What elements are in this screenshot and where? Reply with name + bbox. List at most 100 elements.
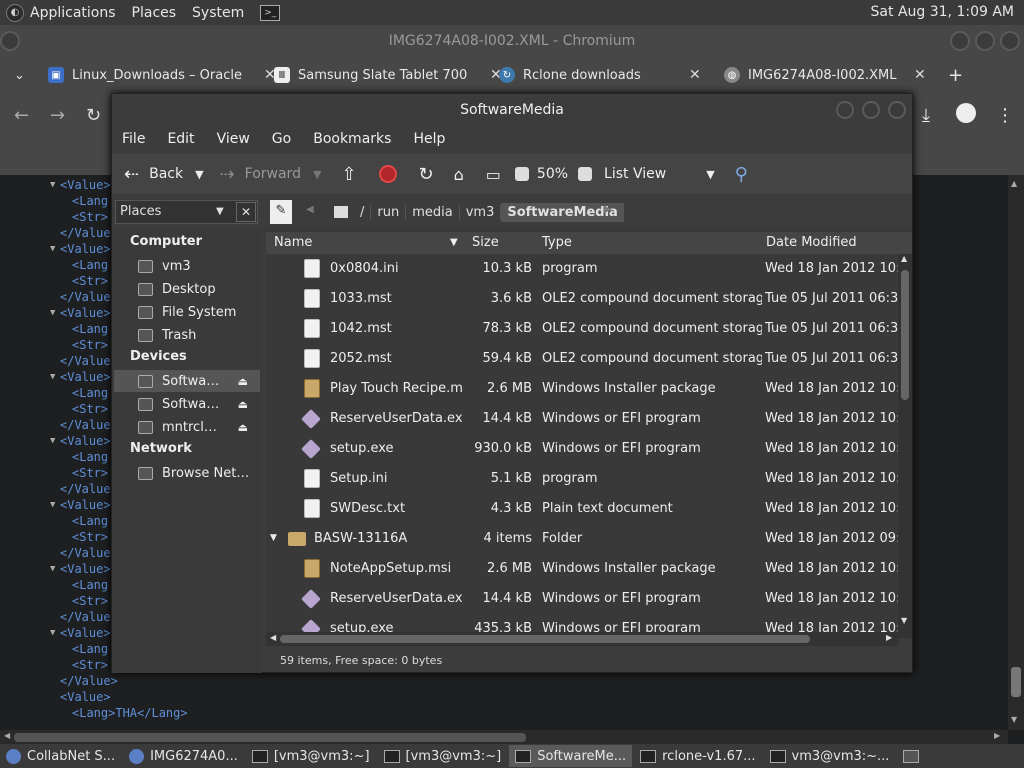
table-row[interactable]: setup.exe 930.0 kB Windows or EFI program W… (266, 434, 898, 464)
taskbar-item[interactable]: IMG6274A0... (123, 745, 244, 767)
sidebar-item[interactable]: Softwa… ⏏ (114, 370, 260, 392)
tab-oracle[interactable]: ▣ Linux_Downloads – Oracle ✕ (48, 57, 276, 93)
sidebar-item[interactable]: File System (114, 301, 260, 323)
path-run[interactable]: run (371, 204, 407, 220)
reload-icon[interactable]: ↻ (419, 164, 434, 185)
collapse-triangle-icon[interactable]: ▼ (50, 433, 55, 449)
taskbar-item[interactable]: [vm3@vm3:~] (378, 745, 508, 767)
menu-help[interactable]: Help (413, 131, 445, 147)
path-scroll-left-icon[interactable]: ◀ (306, 204, 314, 215)
eject-icon[interactable]: ⏏ (238, 375, 248, 388)
taskbar-item[interactable]: [vm3@vm3:~] (246, 745, 376, 767)
collapse-triangle-icon[interactable]: ▼ (50, 177, 55, 193)
table-row[interactable]: 1033.mst 3.6 kB OLE2 compound document sto… (266, 284, 898, 314)
hscroll-thumb[interactable] (14, 733, 526, 742)
new-tab-button[interactable]: + (948, 57, 963, 93)
taskbar-item[interactable]: rclone-v1.67... (634, 745, 761, 767)
menu-applications[interactable]: Applications (30, 5, 116, 21)
collapse-triangle-icon[interactable]: ▼ (50, 241, 55, 257)
tab-samsung[interactable]: Ⅲ Samsung Slate Tablet 700 ✕ (274, 57, 502, 93)
forward-button[interactable]: Forward (245, 166, 301, 182)
scroll-right-icon[interactable]: ▶ (886, 633, 892, 642)
minimize-button[interactable] (950, 31, 970, 51)
expander-triangle-icon[interactable]: ▼ (270, 533, 277, 543)
back-button[interactable]: Back (149, 166, 183, 182)
profile-avatar-icon[interactable] (956, 103, 976, 123)
close-tab-icon[interactable]: ✕ (914, 67, 926, 83)
sidebar-item[interactable]: mntrcl… ⏏ (114, 416, 260, 438)
list-horizontal-scrollbar[interactable]: ◀ ▶ (266, 632, 898, 646)
table-row[interactable]: Setup.ini 5.1 kB program Wed 18 Jan 2012 10… (266, 464, 898, 494)
path-vm3[interactable]: vm3 (460, 204, 502, 220)
search-icon[interactable]: ⚲ (735, 164, 748, 185)
scroll-up-icon[interactable]: ▲ (901, 254, 907, 263)
home-icon[interactable]: ⌂ (454, 165, 464, 184)
eject-icon[interactable]: ⏏ (238, 421, 248, 434)
distro-logo-icon[interactable]: ◐ (6, 3, 24, 22)
show-desktop-button[interactable] (897, 745, 925, 767)
menu-file[interactable]: File (122, 131, 145, 147)
col-name[interactable]: Name (274, 235, 312, 250)
menu-places[interactable]: Places (132, 5, 177, 21)
close-tab-icon[interactable]: ✕ (689, 67, 701, 83)
menu-bookmarks[interactable]: Bookmarks (313, 131, 391, 147)
close-sidebar-icon[interactable]: ✕ (236, 202, 256, 222)
taskbar-item[interactable]: vm3@vm3:~... (764, 745, 896, 767)
table-row[interactable]: 2052.mst 59.4 kB OLE2 compound document st… (266, 344, 898, 374)
collapse-triangle-icon[interactable]: ▼ (50, 561, 55, 577)
eject-icon[interactable]: ⏏ (238, 398, 248, 411)
sidebar-item[interactable]: vm3 (114, 255, 260, 277)
zoom-in-icon[interactable] (578, 167, 593, 181)
table-row[interactable]: 0x0804.ini 10.3 kB program Wed 18 Jan 2012 … (266, 254, 898, 284)
back-arrow-icon[interactable]: ← (14, 105, 29, 126)
collapse-triangle-icon[interactable]: ▼ (50, 625, 55, 641)
scroll-right-icon[interactable]: ▶ (994, 731, 1000, 740)
scroll-down-icon[interactable]: ▼ (901, 616, 907, 625)
forward-history-icon[interactable]: ▼ (313, 168, 321, 181)
forward-icon[interactable]: ⇢ (220, 164, 235, 185)
tab-search-button[interactable]: ⌄ (14, 57, 25, 93)
scroll-left-icon[interactable]: ◀ (270, 633, 276, 642)
menu-view[interactable]: View (217, 131, 250, 147)
zoom-out-icon[interactable] (514, 167, 529, 181)
forward-arrow-icon[interactable]: → (50, 105, 65, 126)
scroll-down-icon[interactable]: ▼ (1011, 715, 1017, 724)
page-vertical-scrollbar[interactable]: ▲ ▼ (1008, 175, 1024, 730)
fm-minimize-button[interactable] (836, 101, 854, 119)
more-menu-icon[interactable]: ⋮ (996, 105, 1014, 126)
download-icon[interactable]: ⤓ (922, 105, 930, 126)
tab-rclone[interactable]: ↻ Rclone downloads ✕ (499, 57, 709, 93)
scroll-thumb[interactable] (1011, 667, 1021, 697)
sidebar-item[interactable]: Browse Net… (114, 462, 260, 484)
table-row[interactable]: ▼ BASW-13116A 4 items Folder Wed 18 Jan 2012… (266, 524, 898, 554)
sidebar-item[interactable]: Desktop (114, 278, 260, 300)
collapse-triangle-icon[interactable]: ▼ (50, 369, 55, 385)
menu-edit[interactable]: Edit (167, 131, 194, 147)
path-root[interactable]: / (354, 204, 372, 220)
list-hscroll-thumb[interactable] (280, 635, 810, 643)
table-row[interactable]: NoteAppSetup.msi 2.6 MB Windows Installer … (266, 554, 898, 584)
col-size[interactable]: Size (472, 235, 499, 250)
sidebar-item[interactable]: Softwa… ⏏ (114, 393, 260, 415)
sidebar-item[interactable]: Trash (114, 324, 260, 346)
collapse-triangle-icon[interactable]: ▼ (50, 305, 55, 321)
window-menu-icon[interactable] (0, 31, 20, 51)
taskbar-item[interactable]: SoftwareMe... (509, 745, 633, 767)
maximize-button[interactable] (975, 31, 995, 51)
table-row[interactable]: Play Touch Recipe.msi 2.6 MB Windows Insta… (266, 374, 898, 404)
edit-location-icon[interactable]: ✎ (270, 200, 292, 224)
menu-go[interactable]: Go (272, 131, 291, 147)
table-row[interactable]: 1042.mst 78.3 kB OLE2 compound document st… (266, 314, 898, 344)
back-icon[interactable]: ⇠ (124, 164, 139, 185)
up-icon[interactable]: ⇧ (341, 164, 356, 185)
computer-icon[interactable]: ▭ (486, 165, 501, 184)
col-date[interactable]: Date Modified (766, 235, 857, 250)
table-row[interactable]: ReserveUserData.exe 14.4 kB Windows or EFI… (266, 584, 898, 614)
list-vertical-scrollbar[interactable]: ▲ ▼ (898, 254, 912, 638)
table-row[interactable]: SWDesc.txt 4.3 kB Plain text document Wed 1… (266, 494, 898, 524)
scroll-up-icon[interactable]: ▲ (1011, 179, 1017, 188)
scroll-left-icon[interactable]: ◀ (4, 731, 10, 740)
view-mode-dropdown-icon[interactable]: ▼ (706, 168, 714, 181)
page-horizontal-scrollbar[interactable]: ◀ ▶ (0, 730, 1008, 744)
table-row[interactable]: ReserveUserData.exe 14.4 kB Windows or EFI… (266, 404, 898, 434)
